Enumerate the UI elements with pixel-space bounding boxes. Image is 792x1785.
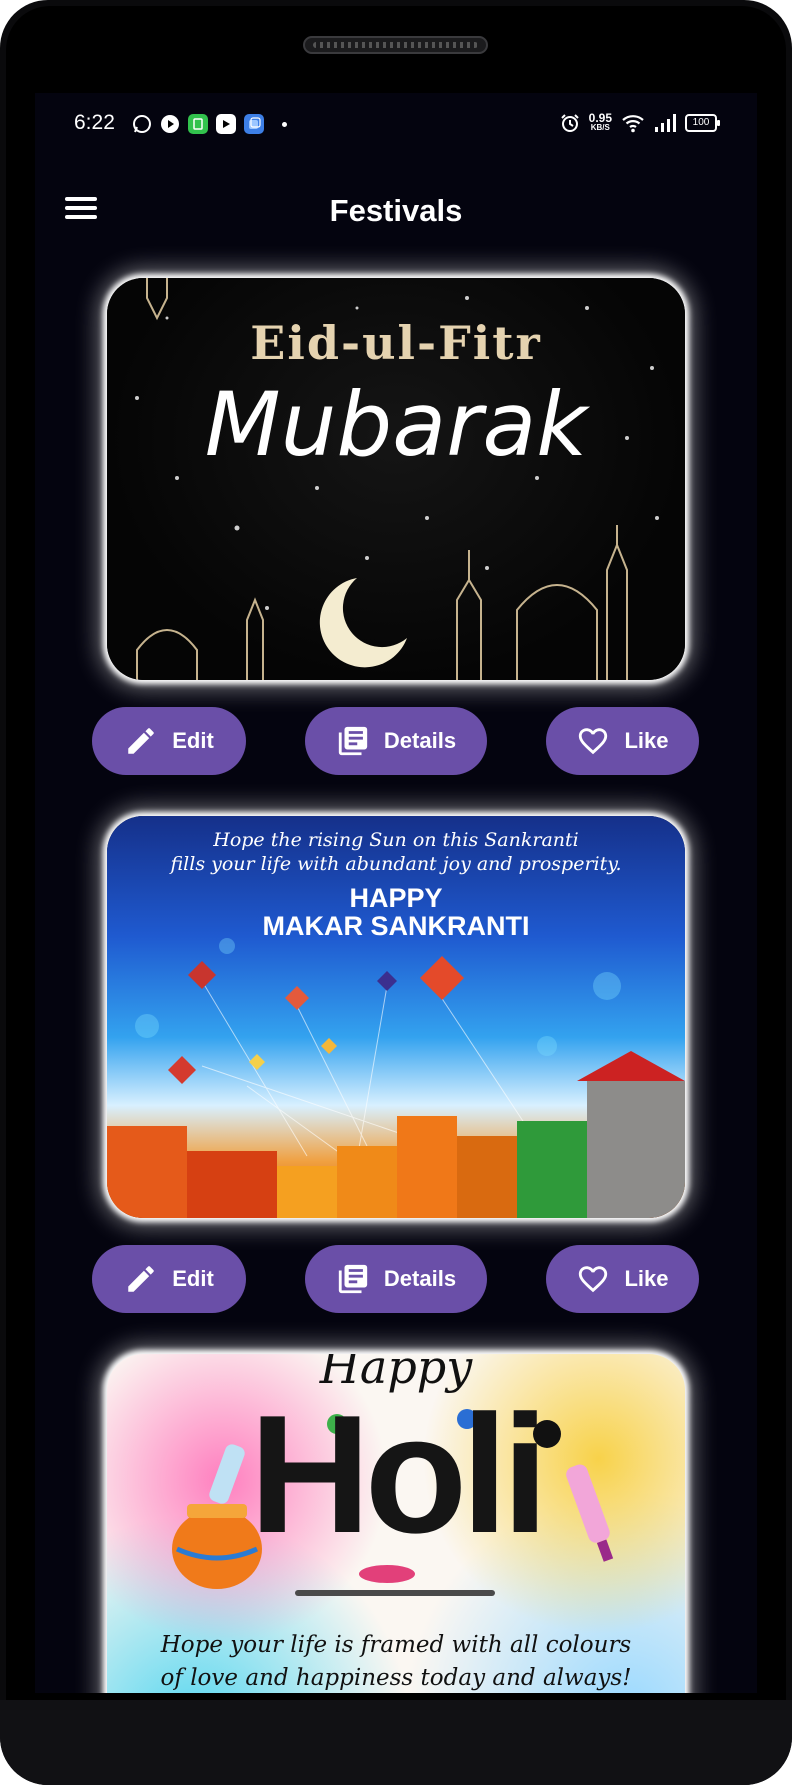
- eid-title-line1: Eid-ul-Fitr: [250, 316, 542, 370]
- like-button-label: Like: [624, 728, 669, 753]
- library-books-icon: [338, 726, 368, 756]
- system-icons: 0.95 KB/S 100: [560, 111, 720, 135]
- sankranti-title-line1: HAPPY: [349, 883, 443, 913]
- earpiece-speaker: [303, 36, 488, 54]
- alarm-icon: [560, 114, 579, 132]
- like-button[interactable]: Like: [546, 707, 699, 775]
- network-speed-unit: KB/S: [590, 123, 610, 132]
- edit-button[interactable]: Edit: [92, 707, 246, 775]
- home-indicator[interactable]: [295, 1590, 495, 1596]
- festival-image-eid[interactable]: Eid-ul-Fitr Mubarak: [107, 278, 685, 680]
- details-button[interactable]: Details: [305, 707, 487, 775]
- sankranti-title: HAPPY MAKAR SANKRANTI: [107, 884, 685, 940]
- like-button[interactable]: Like: [546, 1245, 699, 1313]
- library-books-icon: [338, 1264, 368, 1294]
- holi-greeting-line1: Hope your life is framed with all colour…: [160, 1632, 632, 1658]
- sankranti-illustration: [107, 938, 685, 1218]
- app-bar: Festivals: [35, 173, 757, 245]
- app-screen: 6:22 0.95 KB/S 100 Festivals Eid-ul-Fitr…: [35, 93, 757, 1693]
- festival-image-holi[interactable]: Happy Holi Hope your life is framed with…: [107, 1354, 685, 1693]
- wifi-icon: [622, 115, 644, 133]
- signal-icon: [655, 114, 676, 132]
- heart-outline-icon: [579, 1266, 608, 1293]
- holi-greeting-line2: of love and happiness today and always!: [160, 1665, 632, 1691]
- edit-button-label: Edit: [172, 728, 214, 753]
- files-icon: [244, 114, 264, 134]
- sankranti-greeting: Hope the rising Sun on this Sankranti fi…: [107, 828, 685, 876]
- status-bar: 6:22 0.95 KB/S 100: [35, 93, 757, 153]
- edit-button[interactable]: Edit: [92, 1245, 246, 1313]
- phone-frame: 6:22 0.95 KB/S 100 Festivals Eid-ul-Fitr…: [0, 0, 792, 1785]
- page-title: Festivals: [329, 193, 463, 228]
- edit-button-label: Edit: [172, 1266, 214, 1291]
- details-button[interactable]: Details: [305, 1245, 487, 1313]
- like-button-label: Like: [624, 1266, 669, 1291]
- notification-icons: [132, 113, 287, 135]
- play-icon: [160, 114, 180, 134]
- sankranti-greeting-line1: Hope the rising Sun on this Sankranti: [213, 829, 579, 851]
- battery-icon: 100: [685, 114, 720, 132]
- holi-title-line2: Holi: [249, 1380, 548, 1568]
- heart-outline-icon: [579, 728, 608, 755]
- dot-icon: [282, 121, 287, 127]
- status-time: 6:22: [74, 111, 115, 134]
- sankranti-greeting-line2: fills your life with abundant joy and pr…: [170, 853, 622, 875]
- speaker-grille: [313, 42, 478, 48]
- details-button-label: Details: [383, 728, 457, 753]
- sankranti-title-line2: MAKAR SANKRANTI: [262, 911, 530, 941]
- eid-title-line2: Mubarak: [204, 373, 588, 476]
- details-button-label: Details: [383, 1266, 457, 1291]
- whatsapp-icon: [132, 114, 152, 134]
- youtube-icon: [216, 114, 236, 134]
- phone-chin: [0, 1700, 792, 1785]
- pencil-icon: [128, 728, 154, 754]
- holi-greeting: Hope your life is framed with all colour…: [107, 1629, 685, 1693]
- network-speed: 0.95 KB/S: [588, 111, 612, 133]
- network-speed-value: 0.95: [588, 111, 612, 125]
- pencil-icon: [128, 1266, 154, 1292]
- app-icon: [188, 114, 208, 134]
- festival-image-sankranti[interactable]: Hope the rising Sun on this Sankranti fi…: [107, 816, 685, 1218]
